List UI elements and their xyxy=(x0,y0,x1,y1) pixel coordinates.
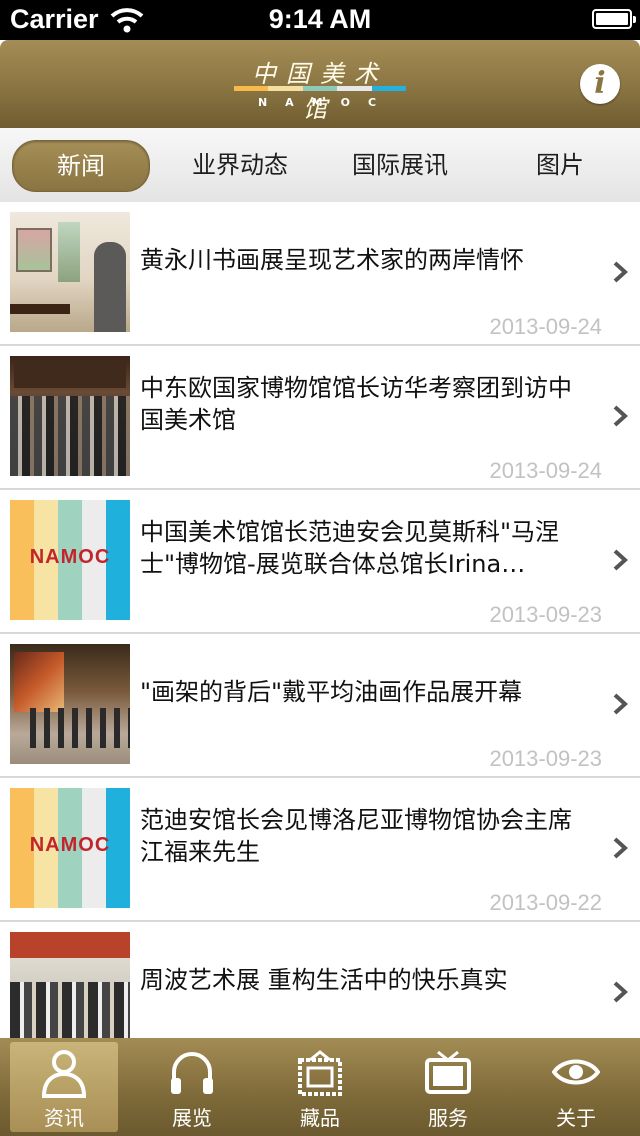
news-row[interactable]: 黄永川书画展呈现艺术家的两岸情怀 2013-09-24 xyxy=(0,202,640,346)
thumb-logo-word: NAMOC xyxy=(29,546,111,568)
news-title: 黄永川书画展呈现艺术家的两岸情怀 xyxy=(140,246,524,274)
frame-icon xyxy=(298,1050,342,1096)
battery-icon xyxy=(592,9,636,29)
tab-news[interactable]: 新闻 xyxy=(12,140,150,192)
chevron-right-icon xyxy=(613,261,628,283)
logo-english: NAMOC xyxy=(257,96,395,109)
logo-stripe-segment xyxy=(371,86,407,91)
tab-international-exhibitions[interactable]: 国际展讯 xyxy=(332,140,468,190)
news-row[interactable]: NAMOC 中国美术馆馆长范迪安会见莫斯科"马涅士"博物馆-展览联合体总馆长Ir… xyxy=(0,490,640,634)
news-title: 中东欧国家博物馆馆长访华考察团到访中国美术馆 xyxy=(140,374,572,434)
chevron-right-icon xyxy=(613,405,628,427)
news-date: 2013-09-24 xyxy=(489,314,602,339)
news-row[interactable]: 周波艺术展 重构生活中的快乐真实 xyxy=(0,922,640,1038)
news-date: 2013-09-23 xyxy=(489,746,602,771)
news-thumbnail xyxy=(10,644,130,764)
news-date: 2013-09-24 xyxy=(489,458,602,483)
thumb-logo-word: NAMOC xyxy=(29,834,111,856)
tabbar-item-about[interactable]: 关于 xyxy=(522,1042,630,1132)
headphones-icon xyxy=(171,1052,213,1094)
news-title: 中国美术馆馆长范迪安会见莫斯科"马涅士"博物馆-展览联合体总馆长Irina Za… xyxy=(140,518,560,578)
news-thumbnail: NAMOC xyxy=(10,788,130,908)
eye-icon xyxy=(552,1059,600,1085)
tabbar-item-collections[interactable]: 藏品 xyxy=(266,1042,374,1132)
logo-stripe-segment xyxy=(234,86,269,91)
status-bar: Carrier 9:14 AM xyxy=(0,0,640,40)
news-row[interactable]: NAMOC 范迪安馆长会见博洛尼亚博物馆协会主席江福来先生 2013-09-22 xyxy=(0,778,640,922)
news-thumbnail: NAMOC xyxy=(10,500,130,620)
tab-pictures[interactable]: 图片 xyxy=(492,140,628,190)
nav-header: 中国美术馆 NAMOC i xyxy=(0,40,640,128)
tabbar-item-services[interactable]: 服务 xyxy=(394,1042,502,1132)
category-tabs: 新闻 业界动态 国际展讯 图片 xyxy=(0,128,640,203)
news-thumbnail xyxy=(10,212,130,332)
logo-stripe xyxy=(234,86,407,91)
status-time: 9:14 AM xyxy=(268,4,372,34)
info-icon[interactable]: i xyxy=(580,64,620,104)
namoc-logo: 中国美术馆 NAMOC xyxy=(230,54,410,123)
tabbar-item-news[interactable]: 资讯 xyxy=(10,1042,118,1132)
tab-industry-news[interactable]: 业界动态 xyxy=(172,140,308,190)
logo-stripe-segment xyxy=(302,86,338,91)
logo-stripe-segment xyxy=(268,86,303,91)
news-date: 2013-09-23 xyxy=(489,602,602,627)
tv-icon xyxy=(425,1050,471,1094)
news-title: 周波艺术展 重构生活中的快乐真实 xyxy=(140,966,508,994)
chevron-right-icon xyxy=(613,549,628,571)
news-title: "画架的背后"戴平均油画作品展开幕 xyxy=(140,678,523,706)
logo-stripe-segment xyxy=(337,86,372,91)
tabbar-label: 藏品 xyxy=(300,1106,340,1130)
chevron-right-icon xyxy=(613,693,628,715)
chevron-right-icon xyxy=(613,837,628,859)
tabbar-label: 服务 xyxy=(428,1106,468,1130)
news-list: 黄永川书画展呈现艺术家的两岸情怀 2013-09-24 中东欧国家博物馆馆长访华… xyxy=(0,202,640,1038)
bottom-tab-bar: 资讯 展览 藏品 服务 关于 xyxy=(0,1038,640,1136)
tabbar-label: 关于 xyxy=(556,1106,596,1130)
news-title: 范迪安馆长会见博洛尼亚博物馆协会主席江福来先生 xyxy=(140,806,572,866)
chevron-right-icon xyxy=(613,981,628,1003)
news-thumbnail xyxy=(10,356,130,476)
news-row[interactable]: "画架的背后"戴平均油画作品展开幕 2013-09-23 xyxy=(0,634,640,778)
tabbar-label: 展览 xyxy=(172,1106,212,1130)
tabbar-item-exhibitions[interactable]: 展览 xyxy=(138,1042,246,1132)
person-icon xyxy=(41,1050,87,1098)
tabbar-label: 资讯 xyxy=(44,1106,84,1130)
news-thumbnail xyxy=(10,932,130,1038)
news-row[interactable]: 中东欧国家博物馆馆长访华考察团到访中国美术馆 2013-09-24 xyxy=(0,346,640,490)
news-date: 2013-09-22 xyxy=(489,890,602,915)
